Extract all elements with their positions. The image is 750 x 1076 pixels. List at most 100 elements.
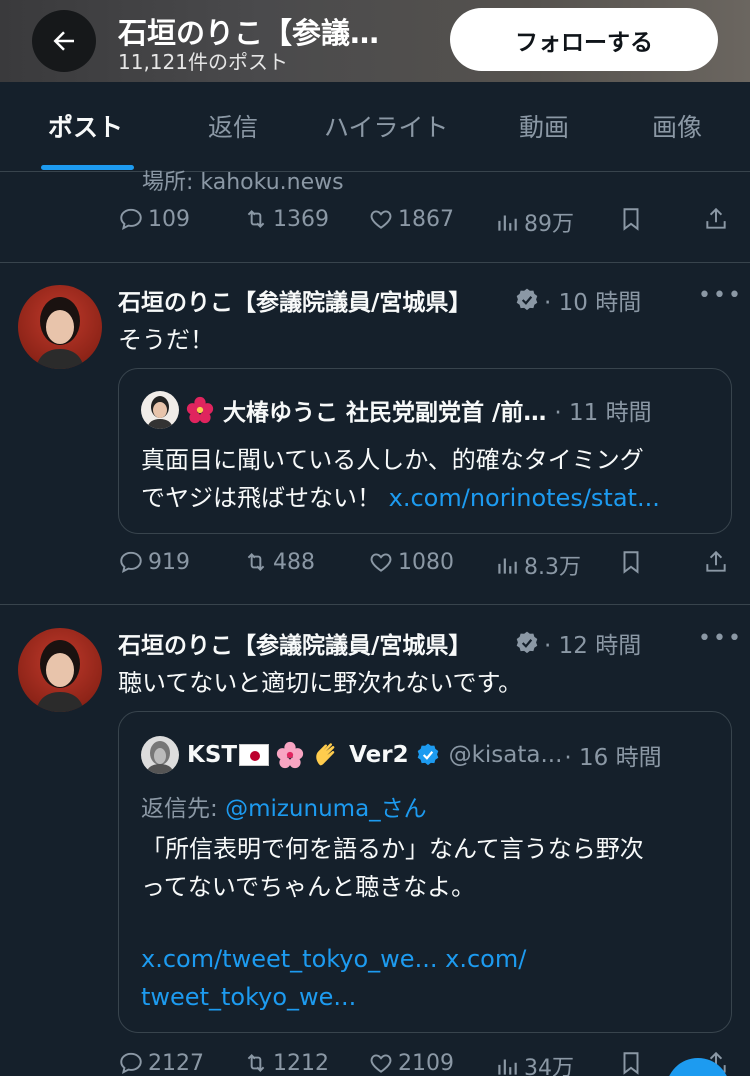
tweet-timestamp[interactable]: · 10 時間 (544, 283, 641, 317)
more-options-button[interactable]: ••• (698, 626, 743, 651)
reply-icon (120, 1052, 142, 1075)
views-icon (498, 1059, 517, 1075)
tweet-timestamp[interactable]: · 12 時間 (544, 626, 641, 660)
quoted-text-line: でヤジは飛ばせない！ x.com/norinotes/stat... (141, 479, 660, 517)
like-count: 1080 (398, 549, 454, 575)
like-button[interactable]: 1867 (368, 206, 454, 232)
quoted-links: x.com/tweet_tokyo_we... x.com/ tweet_tok… (141, 940, 526, 1016)
tweet-author-name[interactable]: 石垣のりこ【参議院議員/宮城県】 (118, 626, 471, 660)
tab-videos[interactable]: 動画 (519, 108, 569, 144)
quoted-text-line: ってないでちゃんと聴きなよ。 (141, 873, 476, 901)
like-count: 1867 (398, 206, 454, 232)
quoted-timestamp: · 16 時間 (564, 745, 662, 771)
tab-images[interactable]: 画像 (652, 108, 702, 144)
views-button[interactable]: 34万 (494, 1050, 574, 1076)
share-icon (706, 207, 726, 229)
quoted-text-line: 「所信表明で何を語るか」なんて言うなら野次 (141, 835, 644, 863)
action-bar: 2127 1212 2109 34万 (0, 1050, 750, 1076)
quoted-link[interactable]: x.com/norinotes/stat... (389, 484, 660, 512)
repost-icon (247, 1054, 265, 1072)
like-icon (370, 553, 392, 572)
author-photo (36, 297, 84, 369)
quoted-text-line: 真面目に聞いている人しか、的確なタイミング (141, 446, 644, 474)
clapping-hands-icon (316, 743, 335, 766)
share-button[interactable] (703, 206, 733, 232)
reply-to-handle[interactable]: @mizunuma_さん (225, 796, 427, 822)
more-icon: ••• (698, 626, 743, 651)
tweet-divider (0, 262, 750, 263)
cherry-blossom-icon (276, 741, 304, 769)
quoted-tweet[interactable]: KST Ver2 @kisata... · 16 時間 返信先: @mizunu… (118, 711, 732, 1033)
author-avatar[interactable] (18, 628, 102, 712)
tab-replies[interactable]: 返信 (208, 108, 258, 144)
repost-count: 1369 (273, 206, 329, 232)
bookmark-icon (623, 551, 639, 574)
reply-icon (120, 551, 142, 574)
bookmark-button[interactable] (618, 549, 648, 575)
tweet-author-name[interactable]: 石垣のりこ【参議院議員/宮城県】 (118, 283, 471, 317)
verified-icon (516, 631, 538, 654)
reply-count: 2127 (148, 1050, 204, 1076)
quoted-author-name-suffix: Ver2 (349, 742, 409, 768)
author-avatar[interactable] (18, 285, 102, 369)
quoted-handle: @kisata... (448, 742, 563, 768)
japan-flag-icon (239, 744, 270, 766)
more-options-button[interactable]: ••• (698, 283, 743, 308)
quoted-tweet[interactable]: 大椿ゆうこ 社民党副党首 /前… · 11 時間 真面目に聞いている人しか、的確… (118, 368, 732, 534)
profile-tabs: ポスト 返信 ハイライト 動画 画像 (0, 82, 750, 172)
bookmark-button[interactable] (618, 1050, 648, 1076)
tab-posts[interactable]: ポスト (48, 108, 123, 144)
quoted-text: 「所信表明で何を語るか」なんて言うなら野次 ってないでちゃんと聴きなよ。 (141, 830, 644, 906)
quoted-link[interactable]: tweet_tokyo_we... (141, 978, 526, 1016)
repost-button[interactable]: 488 (243, 549, 315, 575)
reply-count: 109 (148, 206, 190, 232)
repost-button[interactable]: 1212 (243, 1050, 329, 1076)
post-location-text: 場所: kahoku.news (142, 170, 344, 195)
views-button[interactable]: 89万 (494, 206, 574, 238)
verified-icon (417, 743, 438, 766)
view-count: 8.3万 (524, 555, 581, 580)
share-icon (706, 550, 726, 572)
share-button[interactable] (703, 549, 733, 575)
quoted-link-line: x.com/tweet_tokyo_we... x.com/ (141, 940, 526, 978)
like-button[interactable]: 1080 (368, 549, 454, 575)
views-icon (498, 558, 517, 574)
back-arrow-icon (53, 31, 74, 51)
tweet-divider (0, 604, 750, 605)
action-bar: 919 488 1080 8.3万 (0, 549, 750, 589)
action-bar: 109 1369 1867 89万 (0, 206, 750, 246)
quoted-timestamp: · 11 時間 (554, 400, 652, 426)
follow-button[interactable]: フォローする (450, 8, 718, 71)
more-icon: ••• (698, 283, 743, 308)
like-button[interactable]: 2109 (368, 1050, 454, 1076)
reply-to-label: 返信先: (141, 796, 226, 822)
profile-header: 石垣のりこ【参議… 11,121件のポスト フォローする (0, 0, 750, 82)
repost-button[interactable]: 1369 (243, 206, 329, 232)
view-count: 34万 (524, 1056, 574, 1076)
repost-icon (247, 553, 265, 571)
active-tab-indicator (41, 165, 134, 170)
back-button[interactable] (32, 10, 96, 72)
quoted-text-fragment: でヤジは飛ばせない！ (141, 484, 381, 512)
views-icon (498, 215, 517, 231)
bookmark-icon (623, 208, 639, 231)
bookmark-button[interactable] (618, 206, 648, 232)
views-button[interactable]: 8.3万 (494, 549, 581, 581)
quoted-author-avatar (141, 736, 179, 774)
reply-button[interactable]: 109 (118, 206, 190, 232)
tweet-text: そうだ！ (118, 326, 214, 354)
quoted-author-avatar (141, 391, 179, 429)
view-count: 89万 (524, 212, 574, 237)
reply-button[interactable]: 919 (118, 549, 190, 575)
hibiscus-icon (186, 396, 214, 424)
quoted-author-name: 大椿ゆうこ 社民党副党首 /前… (223, 400, 547, 426)
bookmark-icon (623, 1052, 639, 1075)
like-icon (370, 1054, 392, 1073)
quoted-text: 真面目に聞いている人しか、的確なタイミング でヤジは飛ばせない！ x.com/n… (141, 441, 660, 517)
reply-button[interactable]: 2127 (118, 1050, 204, 1076)
verified-icon (516, 288, 538, 311)
quoted-link[interactable]: x.com/tweet_tokyo_we... (141, 945, 437, 973)
reply-count: 919 (148, 549, 190, 575)
quoted-link[interactable]: x.com/ (445, 945, 526, 973)
tab-highlights[interactable]: ハイライト (324, 108, 449, 144)
